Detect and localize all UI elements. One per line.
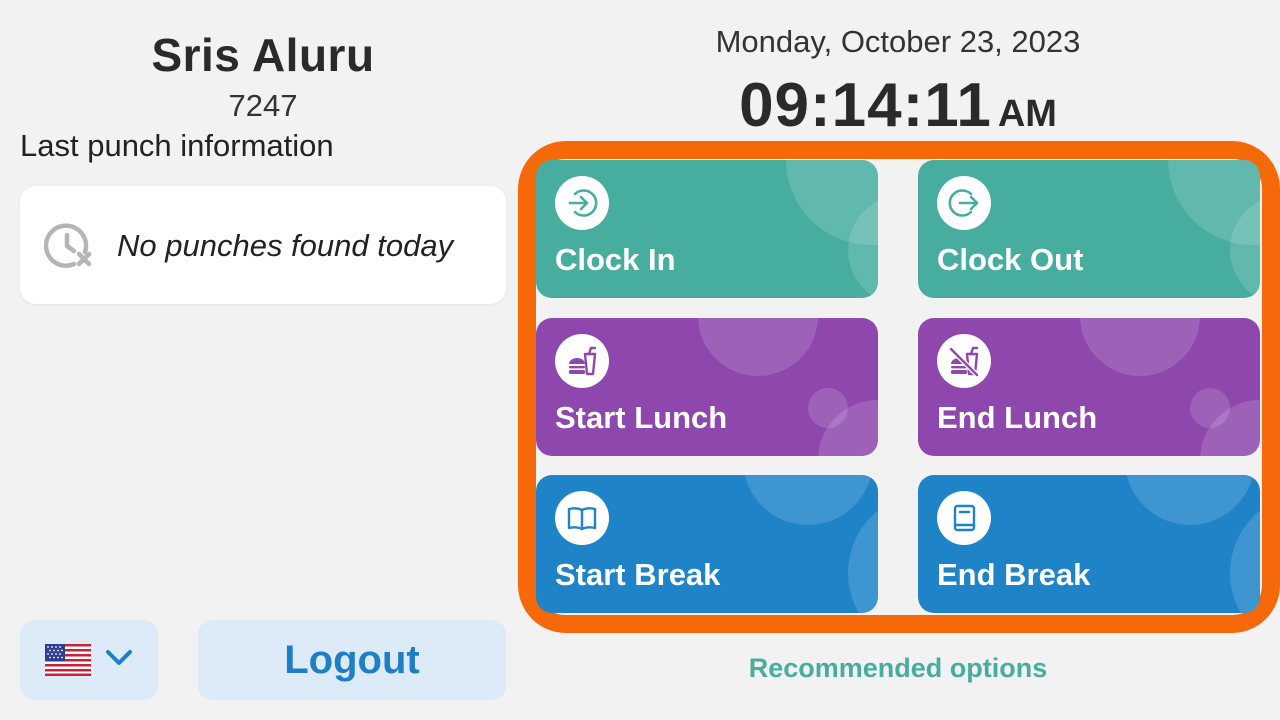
no-punches-message: No punches found today [117,228,454,263]
end-break-label: End Break [937,557,1091,592]
recommended-options-label: Recommended options [748,653,1048,683]
time-value: 09:14:11 [739,71,992,140]
clock-in-icon [555,176,609,230]
start-break-button[interactable]: Start Break [536,475,878,613]
clock-in-label: Clock In [555,242,676,277]
end-lunch-button[interactable]: End Lunch [918,318,1260,456]
fastfood-icon [555,334,609,388]
employee-id: 7247 [228,88,298,123]
time-ampm: AM [997,93,1057,135]
no-food-icon [937,334,991,388]
clock-out-label: Clock Out [937,242,1084,277]
start-lunch-label: Start Lunch [555,400,728,435]
logout-button[interactable]: Logout [198,620,506,700]
open-book-icon [555,491,609,545]
current-date: Monday, October 23, 2023 [715,24,1081,59]
current-time: 09:14:11 AM [526,70,1270,141]
chevron-down-icon [105,649,133,672]
clock-out-button[interactable]: Clock Out [918,160,1260,298]
last-punch-heading: Last punch information [20,128,334,163]
start-break-label: Start Break [555,557,721,592]
us-flag-icon [45,644,91,676]
clock-in-button[interactable]: Clock In [536,160,878,298]
language-selector[interactable] [20,620,158,700]
last-punch-card: No punches found today [20,186,506,304]
end-break-button[interactable]: End Break [918,475,1260,613]
closed-book-icon [937,491,991,545]
start-lunch-button[interactable]: Start Lunch [536,318,878,456]
clock-x-icon [43,221,94,276]
employee-name: Sris Aluru [151,29,375,81]
clock-out-icon [937,176,991,230]
end-lunch-label: End Lunch [937,400,1098,435]
